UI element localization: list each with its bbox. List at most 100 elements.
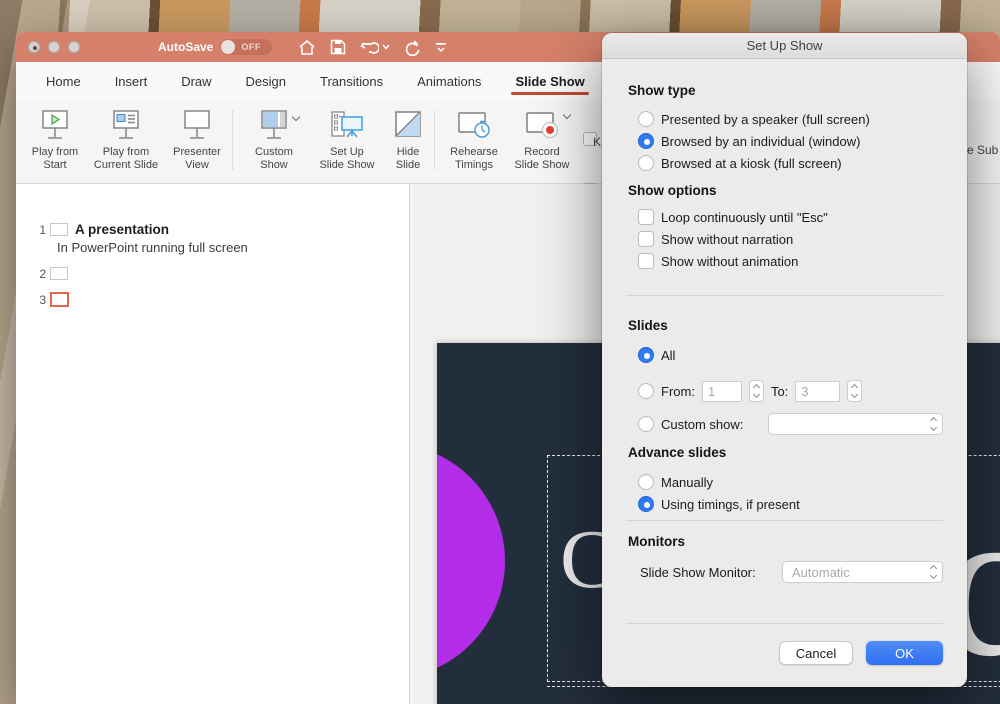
from-input[interactable] xyxy=(702,381,742,402)
home-icon[interactable] xyxy=(298,39,316,56)
radio-using-timings[interactable]: Using timings, if present xyxy=(638,494,800,514)
dialog-divider xyxy=(626,295,943,296)
tab-design[interactable]: Design xyxy=(244,65,288,98)
set-up-slide-show-icon xyxy=(328,106,366,146)
radio-selected-icon[interactable] xyxy=(638,347,654,363)
play-from-start-label: Play from xyxy=(32,146,78,158)
autosave-label: AutoSave xyxy=(158,40,213,54)
checkbox-show-without-narration[interactable]: Show without narration xyxy=(638,229,793,249)
outline-slide-2[interactable]: 2 xyxy=(16,266,68,281)
cancel-button[interactable]: Cancel xyxy=(779,641,853,665)
stepper-down-icon[interactable] xyxy=(753,391,760,398)
tab-insert[interactable]: Insert xyxy=(113,65,150,98)
play-from-start-label2: Start xyxy=(43,159,66,171)
rehearse-timings-button[interactable]: RehearseTimings xyxy=(442,106,506,172)
presenter-view-label2: View xyxy=(185,159,209,171)
tab-slide-show[interactable]: Slide Show xyxy=(513,65,586,98)
save-icon[interactable] xyxy=(330,39,346,55)
radio-icon[interactable] xyxy=(638,111,654,127)
checkbox-icon[interactable] xyxy=(638,209,654,225)
partial-label-right-top: e Sub xyxy=(967,143,998,157)
record-slide-show-label2: Slide Show xyxy=(514,159,569,171)
redo-icon[interactable] xyxy=(404,39,421,56)
slide-1-number: 1 xyxy=(16,222,46,237)
checkbox-label: Show without narration xyxy=(661,232,793,247)
dialog-titlebar[interactable]: Set Up Show xyxy=(602,33,967,59)
custom-show-dropdown[interactable] xyxy=(768,413,943,435)
outline-slide-1[interactable]: 1 A presentation In PowerPoint running f… xyxy=(16,222,169,237)
hide-slide-button[interactable]: HideSlide xyxy=(384,106,432,172)
to-label: To: xyxy=(771,384,788,399)
radio-selected-icon[interactable] xyxy=(638,496,654,512)
checkbox-icon[interactable] xyxy=(638,253,654,269)
radio-manually[interactable]: Manually xyxy=(638,472,713,492)
minimize-button[interactable] xyxy=(48,41,60,53)
presenter-view-icon xyxy=(180,106,214,146)
tab-draw[interactable]: Draw xyxy=(179,65,213,98)
radio-icon[interactable] xyxy=(638,383,654,399)
play-from-current-slide-button[interactable]: Play fromCurrent Slide xyxy=(88,106,164,172)
radio-slides-from-to[interactable]: From: To: xyxy=(638,380,862,402)
slide-show-monitor-dropdown[interactable]: Automatic xyxy=(782,561,943,583)
partial-label-left-top: K xyxy=(593,135,601,149)
slide-show-monitor-label: Slide Show Monitor: xyxy=(640,565,756,580)
dialog-title: Set Up Show xyxy=(747,38,823,53)
stepper-up-icon[interactable] xyxy=(851,384,858,391)
slide-3-thumbnail-selected[interactable] xyxy=(50,292,69,307)
play-from-start-button[interactable]: Play fromStart xyxy=(22,106,88,172)
autosave-toggle[interactable]: OFF xyxy=(220,39,272,55)
radio-browsed-by-individual[interactable]: Browsed by an individual (window) xyxy=(638,131,860,151)
dialog-divider xyxy=(626,520,943,521)
monitor-dropdown-value: Automatic xyxy=(792,565,850,580)
toolbar-overflow-icon[interactable] xyxy=(435,41,447,53)
custom-show-button[interactable]: CustomShow xyxy=(238,106,310,172)
monitors-heading: Monitors xyxy=(628,534,685,549)
radio-presented-by-speaker[interactable]: Presented by a speaker (full screen) xyxy=(638,109,870,129)
record-dropdown-chevron-icon[interactable] xyxy=(563,111,571,119)
radio-slides-all[interactable]: All xyxy=(638,345,675,365)
radio-label: All xyxy=(661,348,675,363)
record-slide-show-button[interactable]: RecordSlide Show xyxy=(506,106,578,172)
set-up-slide-show-label: Set Up xyxy=(330,146,364,158)
outline-slide-3[interactable]: 3 xyxy=(16,292,69,307)
slide-outline-panel: 1 A presentation In PowerPoint running f… xyxy=(16,184,410,704)
custom-show-icon xyxy=(257,106,291,146)
to-input[interactable] xyxy=(795,381,840,402)
radio-custom-show[interactable]: Custom show: xyxy=(638,413,743,435)
ok-button[interactable]: OK xyxy=(866,641,943,665)
zoom-button[interactable] xyxy=(68,41,80,53)
close-button[interactable] xyxy=(28,41,40,53)
radio-icon[interactable] xyxy=(638,474,654,490)
stepper-down-icon[interactable] xyxy=(851,391,858,398)
play-from-current-slide-icon xyxy=(109,106,143,146)
undo-icon[interactable] xyxy=(360,39,379,55)
custom-show-label: Custom xyxy=(255,146,293,158)
play-from-current-label: Play from xyxy=(103,146,149,158)
radio-label: Browsed by an individual (window) xyxy=(661,134,860,149)
tab-transitions[interactable]: Transitions xyxy=(318,65,385,98)
radio-browsed-at-kiosk[interactable]: Browsed at a kiosk (full screen) xyxy=(638,153,842,173)
from-stepper[interactable] xyxy=(749,380,764,402)
set-up-slide-show-button[interactable]: Set UpSlide Show xyxy=(310,106,384,172)
to-stepper[interactable] xyxy=(847,380,862,402)
undo-chevron-icon[interactable] xyxy=(382,44,390,50)
checkbox-icon[interactable] xyxy=(638,231,654,247)
slide-2-thumbnail[interactable] xyxy=(50,267,68,280)
radio-icon[interactable] xyxy=(638,155,654,171)
hide-slide-label: Hide xyxy=(397,146,420,158)
presenter-view-button[interactable]: PresenterView xyxy=(164,106,230,172)
radio-selected-icon[interactable] xyxy=(638,133,654,149)
custom-show-dropdown-chevron-icon[interactable] xyxy=(292,113,300,121)
checkbox-show-without-animation[interactable]: Show without animation xyxy=(638,251,798,271)
slide-1-thumbnail[interactable] xyxy=(50,223,68,236)
tab-home[interactable]: Home xyxy=(44,65,83,98)
custom-show-label: Custom show: xyxy=(661,417,743,432)
traffic-lights xyxy=(28,41,80,53)
checkbox-loop-continuously[interactable]: Loop continuously until "Esc" xyxy=(638,207,828,227)
slide-1-subtitle[interactable]: In PowerPoint running full screen xyxy=(57,240,248,255)
radio-icon[interactable] xyxy=(638,416,654,432)
tab-animations[interactable]: Animations xyxy=(415,65,483,98)
purple-circle-shape[interactable] xyxy=(437,443,505,679)
checkbox-label: Show without animation xyxy=(661,254,798,269)
slide-1-title[interactable]: A presentation xyxy=(75,222,169,237)
